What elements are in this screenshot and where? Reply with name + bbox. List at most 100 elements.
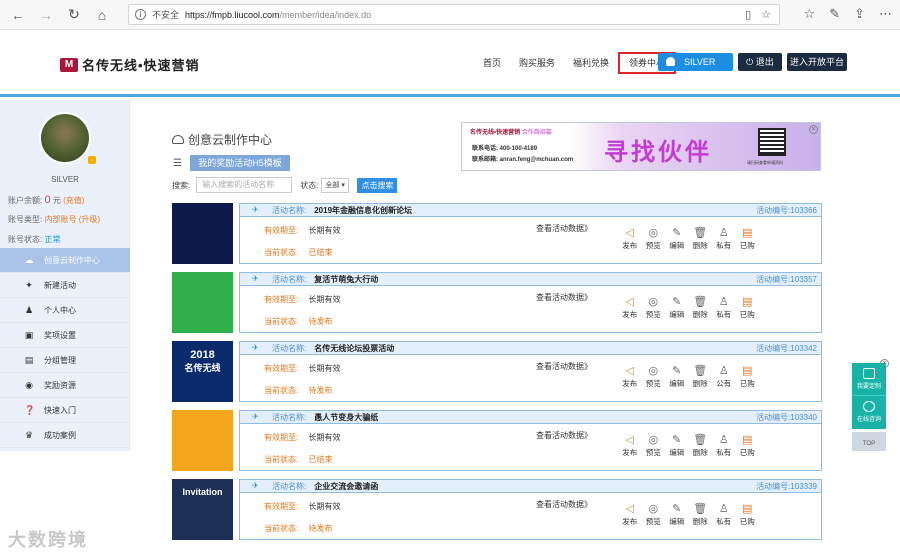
sidebar-item-group-management[interactable]: ▤ 分组管理 [0,348,130,373]
view-data-link[interactable]: 查看活动数据》 [536,223,592,234]
activity-thumbnail[interactable] [172,272,233,333]
activity-card: ✈ 活动名称: 复活节萌兔大行动 活动编号:103357 有效期至: 长期有效 … [239,272,822,333]
op-visibility-button[interactable]: ♙ 私有 [712,433,736,458]
op-delete-button[interactable]: 🗑 删除 [689,502,713,527]
op-edit-button[interactable]: ✎ 编辑 [665,295,689,320]
nav-welfare[interactable]: 福利兑换 [564,52,618,74]
op-purchased-button[interactable]: ▤ 已购 [736,502,760,527]
user-button[interactable]: SILVER [658,53,733,71]
recharge-link[interactable]: (充值) [63,196,84,205]
favorite-star-icon[interactable]: ☆ [761,8,771,21]
sidebar-item-new-activity[interactable]: ✦ 新建活动 [0,273,130,298]
op-visibility-button[interactable]: ♙ 私有 [712,502,736,527]
op-delete-button[interactable]: 🗑 删除 [689,295,713,320]
partner-ad-banner[interactable]: 名传无线•快速营销 合作商招募 联系电话: 400-100-4189 联系邮箱:… [461,122,821,171]
op-preview-button[interactable]: ◎ 预览 [642,364,666,389]
sidebar-item-success-cases[interactable]: ♛ 成功案例 [0,423,130,448]
op-label: 私有 [716,310,732,319]
favorites-icon[interactable]: ☆ [804,6,816,22]
activity-number-value: 103366 [790,206,817,215]
op-edit-button[interactable]: ✎ 编辑 [665,433,689,458]
close-icon[interactable]: × [809,125,818,134]
op-preview-button[interactable]: ◎ 预览 [642,295,666,320]
activity-card-header: ✈ 活动名称: 企业交流会邀请函 活动编号:103339 [240,480,821,493]
avatar[interactable] [39,112,91,164]
view-data-link[interactable]: 查看活动数据》 [536,361,592,372]
logout-button[interactable]: ⏻ 退出 [738,53,782,71]
op-visibility-button[interactable]: ♙ 私有 [712,295,736,320]
nav-home[interactable]: 首页 [474,52,510,74]
search-button[interactable]: 点击搜索 [357,177,398,193]
tab-my-templates[interactable]: 我的奖励活动H5模板 [190,155,290,171]
pen-icon[interactable]: ✎ [829,6,840,22]
custom-order-button[interactable]: 我要定制 [852,363,886,396]
sidebar-item-quick-start[interactable]: ❓ 快速入门 [0,398,130,423]
online-consult-button[interactable]: 在线咨询 [852,396,886,429]
period-row: 有效期至: 长期有效 [264,225,340,236]
activity-thumbnail[interactable] [172,410,233,471]
activity-name[interactable]: 名传无线论坛投票活动 [314,343,394,354]
share-icon[interactable]: ⇪ [854,6,865,22]
op-publish-button[interactable]: ◁ 发布 [618,502,642,527]
nav-buy-service[interactable]: 购买服务 [510,52,564,74]
op-preview-button[interactable]: ◎ 预览 [642,226,666,251]
op-visibility-button[interactable]: ♙ 公有 [712,364,736,389]
pin-icon: ✈ [252,412,259,421]
op-preview-button[interactable]: ◎ 预览 [642,502,666,527]
search-input[interactable]: 输入搜索的活动名称 [196,177,293,193]
activity-card-header: ✈ 活动名称: 复活节萌兔大行动 活动编号:103357 [240,273,821,286]
op-publish-button[interactable]: ◁ 发布 [618,433,642,458]
open-platform-button[interactable]: 进入开放平台 [787,53,847,71]
site-logo[interactable]: M 名传无线•快速营销 [60,55,200,74]
op-label: 删除 [692,448,708,457]
activity-name[interactable]: 2019年金融信息化创新论坛 [314,205,412,216]
op-visibility-icon: ♙ [718,503,729,515]
op-purchased-button[interactable]: ▤ 已购 [736,226,760,251]
status-select[interactable]: 全部 ▾ [321,177,350,193]
sidebar-username: SILVER [51,175,79,184]
op-publish-button[interactable]: ◁ 发布 [618,295,642,320]
op-visibility-button[interactable]: ♙ 私有 [712,226,736,251]
activity-name[interactable]: 愚人节变身大骗纸 [314,412,378,423]
sidebar-item-personal-center[interactable]: ♟ 个人中心 [0,298,130,323]
op-delete-button[interactable]: 🗑 删除 [689,364,713,389]
op-edit-button[interactable]: ✎ 编辑 [665,364,689,389]
thumb-text: 名传无线 [184,363,221,373]
status-label: 当前状态: [264,386,299,395]
op-delete-button[interactable]: 🗑 删除 [689,433,713,458]
coins-icon: ◉ [25,380,33,390]
forward-icon[interactable]: → [32,1,60,29]
view-data-link[interactable]: 查看活动数据》 [536,292,592,303]
page-title-text: 创意云制作中心 [188,133,273,147]
activity-thumbnail[interactable] [172,203,233,264]
back-icon[interactable]: ← [4,1,32,29]
upgrade-link[interactable]: (升级) [79,215,100,224]
activity-name[interactable]: 企业交流会邀请函 [314,481,378,492]
home-icon[interactable]: ⌂ [88,1,116,29]
sidebar-item-prize-settings[interactable]: ▣ 奖项设置 [0,323,130,348]
back-to-top-button[interactable]: TOP [852,432,886,451]
activity-thumbnail[interactable]: Invitation [172,479,233,540]
op-purchased-button[interactable]: ▤ 已购 [736,364,760,389]
view-data-link[interactable]: 查看活动数据》 [536,430,592,441]
op-purchased-button[interactable]: ▤ 已购 [736,433,760,458]
op-preview-button[interactable]: ◎ 预览 [642,433,666,458]
sidebar-item-creative-center[interactable]: ☁ 创意云制作中心 [0,248,130,273]
op-delete-button[interactable]: 🗑 删除 [689,226,713,251]
info-icon[interactable]: i [135,9,146,20]
activity-thumbnail[interactable]: 2018 名传无线 [172,341,233,402]
op-publish-button[interactable]: ◁ 发布 [618,226,642,251]
view-data-link[interactable]: 查看活动数据》 [536,499,592,510]
activity-name[interactable]: 复活节萌兔大行动 [314,274,378,285]
sidebar-item-label: 快速入门 [44,405,76,415]
refresh-icon[interactable]: ↻ [60,1,88,29]
sidebar-item-reward-resources[interactable]: ◉ 奖励资源 [0,373,130,398]
reading-view-icon[interactable]: ▯ [745,8,751,21]
op-edit-button[interactable]: ✎ 编辑 [665,502,689,527]
more-icon[interactable]: ⋯ [879,6,892,22]
op-edit-icon: ✎ [672,227,682,239]
op-edit-button[interactable]: ✎ 编辑 [665,226,689,251]
op-purchased-button[interactable]: ▤ 已购 [736,295,760,320]
op-publish-button[interactable]: ◁ 发布 [618,364,642,389]
address-bar[interactable]: i 不安全 https://fmpb.liucool.com /member/i… [128,4,780,25]
